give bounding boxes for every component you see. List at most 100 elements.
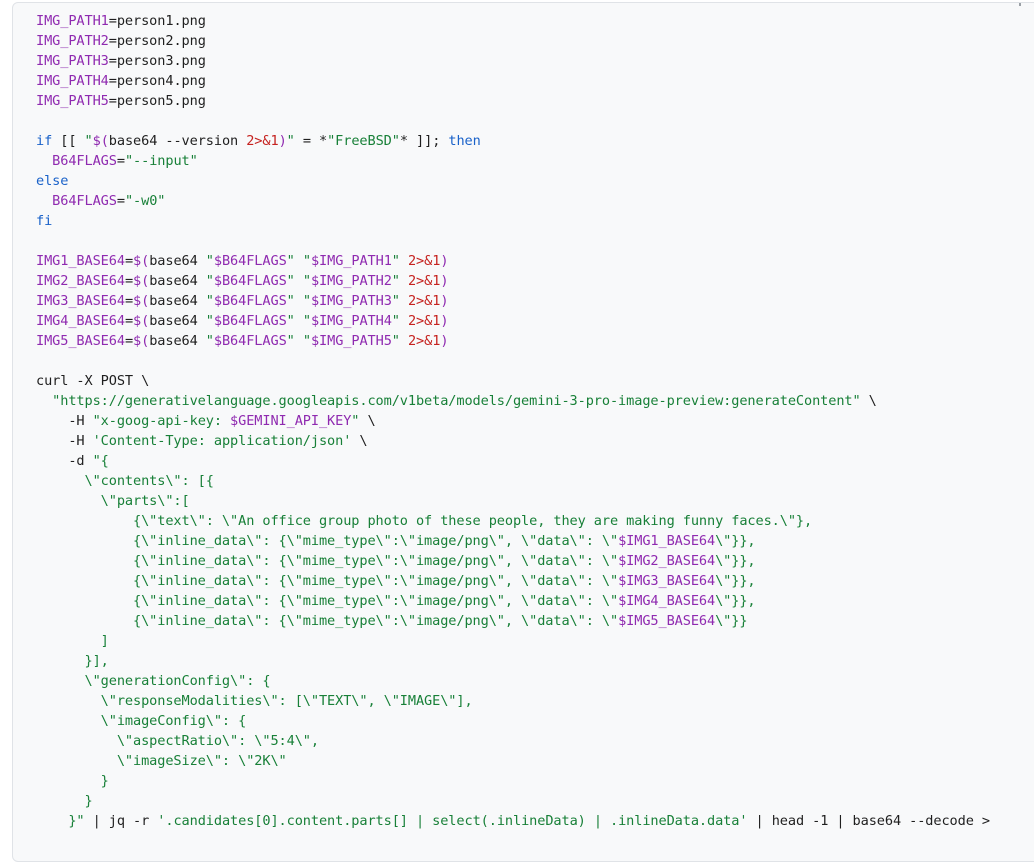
panel-edge-marker — [1019, 3, 1021, 6]
code-token: \"}}, — [715, 573, 756, 589]
code-token: =person1.png — [108, 13, 206, 29]
code-token: $B64FLAGS — [213, 273, 287, 289]
code-token: if — [36, 133, 53, 149]
code-token: {\"text\": \"An office group photo of th… — [36, 513, 813, 529]
code-token: ) — [440, 293, 449, 309]
code-token: = * — [294, 133, 328, 149]
code-token: -d — [36, 453, 93, 469]
code-token: B64FLAGS — [52, 153, 117, 169]
code-token: \"}}, — [715, 533, 756, 549]
code-line: B64FLAGS="-w0" — [36, 191, 990, 211]
code-token: " — [391, 273, 400, 289]
code-line: {\"inline_data\": {\"mime_type\":\"image… — [36, 531, 990, 551]
code-token: | jq -r — [84, 813, 158, 829]
code-line: \"parts\":[ — [36, 491, 990, 511]
code-token: \"responseModalities\": [\"TEXT\", \"IMA… — [36, 693, 473, 709]
code-token: ) — [440, 333, 449, 349]
code-token: \"}}, — [715, 553, 756, 569]
code-token: \"}}, — [715, 593, 756, 609]
code-token: 'Content-Type: application/json' — [92, 433, 352, 449]
code-token: | head -1 | base64 --decode > — [747, 813, 991, 829]
code-line: \"aspectRatio\": \"5:4\", — [36, 731, 990, 751]
code-token: $IMG5_BASE64 — [618, 613, 716, 629]
code-line: \"imageSize\": \"2K\" — [36, 751, 990, 771]
code-token: \"}} — [715, 613, 748, 629]
code-token: {\"inline_data\": {\"mime_type\":\"image… — [36, 533, 619, 549]
code-token: -H — [36, 433, 93, 449]
code-token: * ]]; — [399, 133, 449, 149]
code-line: }" | jq -r '.candidates[0].content.parts… — [36, 811, 990, 831]
code-line: IMG_PATH1=person1.png — [36, 11, 990, 31]
code-token: 2>&1 — [246, 133, 279, 149]
code-token: =person2.png — [108, 33, 206, 49]
code-line: } — [36, 791, 990, 811]
code-token: $( — [133, 313, 150, 329]
code-token: IMG4_BASE64 — [36, 313, 125, 329]
code-token: IMG2_BASE64 — [36, 273, 125, 289]
code-token: \ — [351, 433, 368, 449]
code-line: IMG4_BASE64=$(base64 "$B64FLAGS" "$IMG_P… — [36, 311, 990, 331]
code-token: \"contents\": [{ — [36, 473, 214, 489]
code-token: 2>&1 — [407, 333, 441, 349]
code-token: = — [124, 293, 134, 309]
code-token: " — [302, 333, 311, 349]
code-token: =person4.png — [108, 73, 206, 89]
code-token: "--input" — [124, 153, 198, 169]
code-token: " — [391, 333, 400, 349]
code-line: {\"inline_data\": {\"mime_type\":\"image… — [36, 551, 990, 571]
code-line: {\"inline_data\": {\"mime_type\":\"image… — [36, 591, 990, 611]
code-line: IMG5_BASE64=$(base64 "$B64FLAGS" "$IMG_P… — [36, 331, 990, 351]
code-token: [[ — [52, 133, 85, 149]
code-token: B64FLAGS — [52, 193, 117, 209]
code-token: base64 — [149, 333, 206, 349]
code-token: \"imageConfig\": { — [36, 713, 247, 729]
code-token: " — [391, 253, 400, 269]
code-token: } — [36, 773, 109, 789]
code-line: IMG1_BASE64=$(base64 "$B64FLAGS" "$IMG_P… — [36, 251, 990, 271]
code-token: " — [286, 313, 295, 329]
code-token: {\"inline_data\": {\"mime_type\":\"image… — [36, 573, 619, 589]
code-token: base64 --version — [108, 133, 247, 149]
code-token: " — [391, 313, 400, 329]
code-token: $( — [133, 273, 150, 289]
code-token: base64 — [149, 313, 206, 329]
code-token: IMG_PATH2 — [36, 33, 109, 49]
code-token: {\"inline_data\": {\"mime_type\":\"image… — [36, 613, 619, 629]
code-line: B64FLAGS="--input" — [36, 151, 990, 171]
code-token: ) — [440, 253, 449, 269]
code-line: IMG3_BASE64=$(base64 "$B64FLAGS" "$IMG_P… — [36, 291, 990, 311]
code-token: " — [286, 133, 295, 149]
code-token: $( — [133, 253, 150, 269]
code-token: IMG_PATH5 — [36, 93, 109, 109]
code-token: = — [124, 253, 134, 269]
code-line: else — [36, 171, 990, 191]
code-token: \"imageSize\": \"2K\" — [36, 753, 287, 769]
code-token: " — [205, 253, 214, 269]
code-line: curl -X POST \ — [36, 371, 990, 391]
code-line: \"generationConfig\": { — [36, 671, 990, 691]
code-token: }" — [36, 813, 85, 829]
code-token: "-w0" — [124, 193, 166, 209]
code-token: $( — [92, 133, 109, 149]
code-token: $B64FLAGS — [213, 333, 287, 349]
code-token: \"generationConfig\": { — [36, 673, 271, 689]
code-line: \"imageConfig\": { — [36, 711, 990, 731]
code-line: }], — [36, 651, 990, 671]
code-token: curl -X POST \ — [36, 373, 150, 389]
code-token: 2>&1 — [407, 293, 441, 309]
code-token: {\"inline_data\": {\"mime_type\":\"image… — [36, 553, 619, 569]
code-token: " — [205, 273, 214, 289]
code-token: }], — [36, 653, 109, 669]
code-line: IMG_PATH3=person3.png — [36, 51, 990, 71]
code-token: fi — [36, 213, 53, 229]
code-token: \"aspectRatio\": \"5:4\", — [36, 733, 319, 749]
code-line: \"responseModalities\": [\"TEXT\", \"IMA… — [36, 691, 990, 711]
code-token: IMG_PATH1 — [36, 13, 109, 29]
